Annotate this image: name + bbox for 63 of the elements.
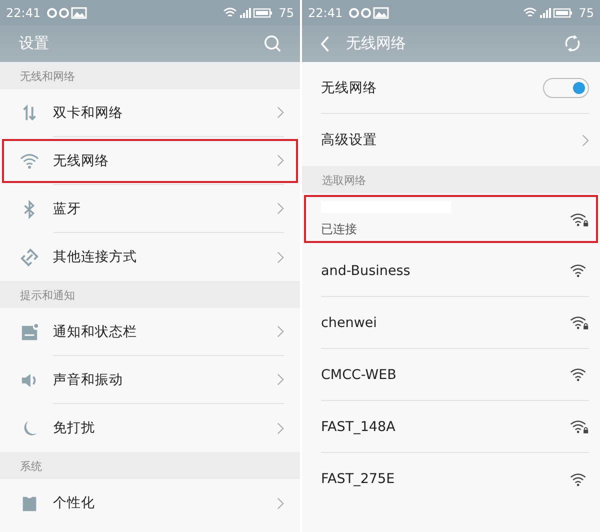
setting-label: 无线网络 — [321, 78, 378, 96]
status-time: 22:41 — [6, 6, 41, 20]
chevron-icon — [277, 106, 284, 119]
back-icon[interactable] — [321, 36, 330, 52]
wifi-lock-icon — [569, 212, 589, 226]
chevron-icon — [277, 373, 284, 386]
battery-level: 75 — [278, 6, 294, 20]
settings-label: 无线网络 — [53, 152, 110, 170]
network-name: CMCC-WEB — [321, 366, 398, 382]
chevron-icon — [277, 422, 284, 434]
search-icon[interactable] — [263, 34, 282, 53]
settings-item[interactable]: 声音和振动 — [0, 356, 300, 404]
settings-label: 声音和振动 — [53, 370, 124, 388]
network-item[interactable]: FAST_275E — [302, 453, 600, 505]
settings-label: 免打扰 — [53, 419, 96, 437]
settings-item[interactable]: 免打扰 — [0, 404, 300, 452]
wifi-icon — [20, 152, 39, 170]
wifi-lock-icon — [569, 315, 589, 330]
battery-level: 75 — [578, 6, 594, 20]
network-item[interactable]: and-Business — [302, 245, 600, 297]
chevron-icon — [277, 250, 284, 264]
settings-label: 其他连接方式 — [53, 248, 138, 266]
signal-icons — [522, 6, 573, 18]
settings-item[interactable]: 个性化 — [0, 479, 300, 527]
link-icon — [20, 248, 39, 266]
network-item[interactable]: chenwei — [302, 297, 600, 349]
settings-item[interactable]: 通知和状态栏 — [0, 308, 300, 356]
section-header: 选取网络 — [302, 166, 600, 193]
screen-title: 设置 — [19, 34, 49, 53]
chevron-icon — [277, 154, 284, 167]
settings-label: 个性化 — [53, 494, 96, 512]
setting-label: 高级设置 — [321, 131, 378, 149]
network-item[interactable]: CMCC-WEB — [302, 349, 600, 401]
settings-label: 双卡和网络 — [53, 104, 124, 122]
network-name: and-Business — [321, 262, 412, 278]
chevron-icon — [277, 325, 284, 338]
settings-item[interactable]: 其他连接方式 — [0, 233, 300, 281]
connection-status: 已连接 — [321, 220, 358, 238]
refresh-icon[interactable] — [563, 34, 582, 53]
wifi-lock-icon — [569, 419, 589, 434]
settings-item[interactable]: 双卡和网络 — [0, 89, 300, 137]
settings-item[interactable]: 无线网络 — [0, 137, 300, 185]
network-item[interactable]: FAST_148A — [302, 401, 600, 453]
section-header: 系统 — [0, 452, 300, 479]
status-time: 22:41 — [308, 6, 343, 20]
network-name: FAST_275E — [321, 471, 396, 487]
wifi-toggle[interactable] — [543, 78, 589, 98]
signal-icons — [222, 6, 273, 18]
notification-icon — [20, 322, 39, 342]
section-header: 无线和网络 — [0, 62, 300, 89]
settings-label: 蓝牙 — [53, 200, 82, 218]
chevron-icon — [277, 496, 284, 510]
notification-icons — [46, 6, 89, 18]
settings-label: 通知和状态栏 — [53, 322, 138, 340]
chevron-icon — [277, 202, 284, 215]
network-name: chenwei — [321, 314, 378, 330]
section-header: 提示和通知 — [0, 281, 300, 308]
network-name: FAST_148A — [321, 418, 396, 434]
notification-icons — [348, 6, 391, 18]
network-item[interactable]: 已连接 — [302, 193, 600, 245]
settings-item[interactable]: 蓝牙 — [0, 185, 300, 233]
screen-title: 无线网络 — [346, 34, 406, 53]
chevron-icon — [582, 134, 589, 146]
